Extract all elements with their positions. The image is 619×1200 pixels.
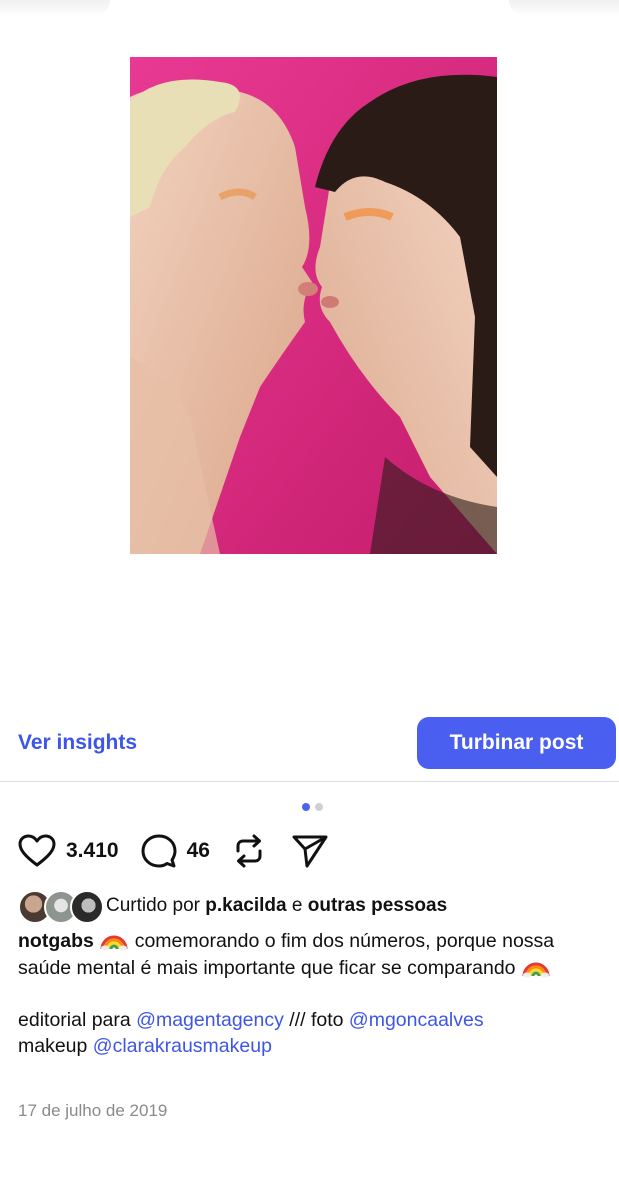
comment-icon [141, 834, 177, 868]
caption-credit-mid: /// foto [289, 1009, 344, 1031]
divider [0, 781, 619, 782]
repost-icon [236, 834, 262, 868]
carousel-dot [315, 803, 323, 811]
top-shade [509, 0, 619, 16]
view-insights-link[interactable]: Ver insights [18, 731, 137, 755]
liker-avatars [18, 890, 104, 924]
carousel-dot-active [302, 803, 310, 811]
action-bar: 3.410 46 [18, 833, 328, 869]
rainbow-icon [522, 962, 550, 978]
insights-bar: Ver insights Turbinar post [0, 717, 619, 781]
send-icon [292, 835, 328, 868]
post-date: 17 de julho de 2019 [18, 1101, 168, 1120]
comments-count: 46 [186, 839, 210, 862]
avatar [70, 890, 104, 924]
liked-by-others[interactable]: outras pessoas [308, 895, 447, 916]
liked-by-prefix: Curtido por [106, 895, 200, 916]
likes-count: 3.410 [66, 839, 119, 862]
mention-link[interactable]: @mgoncaalves [349, 1009, 484, 1031]
top-shade [0, 0, 110, 16]
liked-by-text: Curtido por p.kacilda e outras pessoas [106, 895, 447, 917]
post-photo-illustration [130, 57, 497, 554]
liked-by-row[interactable]: Curtido por p.kacilda e outras pessoas [18, 890, 447, 924]
post-photo[interactable] [130, 57, 497, 554]
liked-by-joiner: e [291, 895, 303, 916]
caption-main: notgabs comemorando o fim dos números, p… [18, 927, 608, 981]
rainbow-icon [100, 935, 128, 951]
mention-link[interactable]: @magentagency [136, 1009, 284, 1031]
like-button[interactable]: 3.410 [18, 834, 119, 868]
share-button[interactable] [292, 834, 328, 868]
carousel-indicator [302, 803, 323, 811]
caption-username[interactable]: notgabs [18, 930, 94, 952]
boost-post-button[interactable]: Turbinar post [417, 717, 616, 769]
liked-by-user[interactable]: p.kacilda [205, 895, 286, 916]
caption-credit-prefix: editorial para [18, 1009, 131, 1031]
caption-credit-prefix: makeup [18, 1035, 88, 1057]
repost-button[interactable] [232, 833, 266, 869]
heart-icon [18, 834, 56, 867]
post-caption: notgabs comemorando o fim dos números, p… [18, 927, 608, 1059]
mention-link[interactable]: @clarakrausmakeup [93, 1035, 272, 1057]
caption-credits: editorial para @magentagency /// foto @m… [18, 1007, 608, 1059]
comment-button[interactable]: 46 [141, 833, 210, 869]
